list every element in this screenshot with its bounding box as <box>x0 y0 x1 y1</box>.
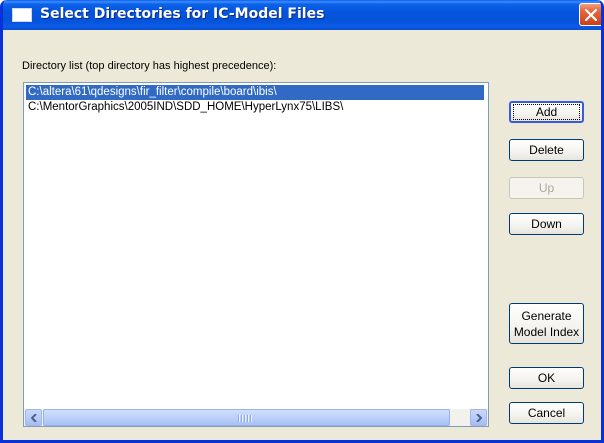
close-x-icon <box>585 9 597 21</box>
scroll-right-button[interactable] <box>470 409 487 426</box>
dialog-window: Select Directories for IC-Model Files Di… <box>0 0 604 443</box>
scroll-thumb[interactable] <box>43 409 450 426</box>
ok-button[interactable]: OK <box>509 367 584 389</box>
list-item[interactable]: C:\altera\61\qdesigns\fir_filter\compile… <box>26 85 484 100</box>
cancel-button[interactable]: Cancel <box>509 402 584 424</box>
generate-model-index-button[interactable]: Generate Model Index <box>509 303 584 344</box>
window-icon <box>12 8 32 22</box>
horizontal-scrollbar[interactable] <box>24 409 488 426</box>
list-item[interactable]: C:\MentorGraphics\2005IND\SDD_HOME\Hyper… <box>26 100 484 115</box>
add-button[interactable]: Add <box>509 101 584 123</box>
scroll-thumb-grip <box>238 415 252 422</box>
directory-list-label: Directory list (top directory has highes… <box>22 60 277 72</box>
delete-button[interactable]: Delete <box>509 139 584 161</box>
scroll-left-button[interactable] <box>25 409 42 426</box>
arrow-left-icon <box>31 414 37 422</box>
close-button[interactable] <box>579 3 601 26</box>
down-button[interactable]: Down <box>509 213 584 235</box>
window-title: Select Directories for IC-Model Files <box>40 6 325 22</box>
add-button-label: Add <box>512 104 581 120</box>
up-button: Up <box>509 177 584 199</box>
title-bar[interactable]: Select Directories for IC-Model Files <box>3 0 601 30</box>
arrow-right-icon <box>476 414 482 422</box>
directory-listbox[interactable]: C:\altera\61\qdesigns\fir_filter\compile… <box>23 82 489 427</box>
